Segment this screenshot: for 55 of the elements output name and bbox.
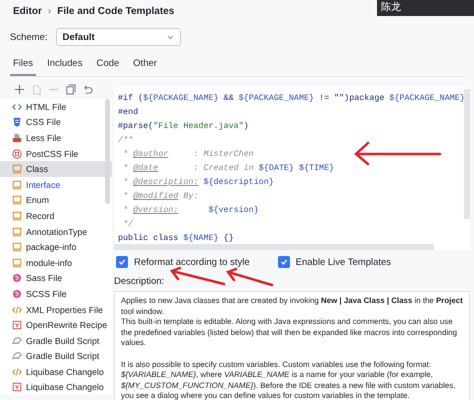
template-item[interactable]: OpenRewrite Recipe bbox=[0, 317, 112, 333]
template-item[interactable]: XML Properties File bbox=[0, 302, 112, 318]
breadcrumb-parent[interactable]: Editor bbox=[13, 6, 42, 16]
template-item[interactable]: Liquibase Changelo bbox=[0, 364, 112, 380]
template-item[interactable]: Less File bbox=[0, 130, 112, 146]
breadcrumb-separator: › bbox=[48, 6, 52, 16]
tooltip: 陈龙 bbox=[377, 0, 474, 16]
square-letter-icon bbox=[12, 382, 22, 392]
template-item[interactable]: package-info bbox=[0, 239, 112, 255]
code-slash-icon bbox=[12, 304, 22, 315]
template-item[interactable]: Sass File bbox=[0, 270, 112, 286]
annotation-arrow bbox=[226, 268, 274, 286]
checkbox[interactable] bbox=[278, 256, 290, 268]
template-item[interactable]: Enum bbox=[0, 192, 112, 208]
template-item[interactable]: HTML File bbox=[0, 99, 112, 115]
template-item[interactable]: Record bbox=[0, 208, 112, 224]
tab[interactable]: Files bbox=[10, 54, 36, 76]
ball-icon bbox=[12, 288, 22, 299]
circle-icon bbox=[12, 148, 22, 159]
file-icon bbox=[12, 132, 22, 143]
checkbox-label[interactable]: Enable Live Templates bbox=[296, 256, 392, 268]
scheme-dropdown[interactable]: Default bbox=[56, 28, 180, 46]
code-editor[interactable]: #if (${PACKAGE_NAME} && ${PACKAGE_NAME} != "")package ${PACKAGE_NAME} #end #parse("File Header.java") /** * @author : MisterChen * @date : Created in ${DATE} ${TIME} * @description: ${description} * @modified By: * @version: ${version} */ public class ${NAME} {} bbox=[114, 87, 470, 250]
description-label: Description: bbox=[114, 276, 164, 287]
scrollbar-thumb[interactable] bbox=[114, 244, 434, 250]
tab[interactable]: Code bbox=[93, 54, 122, 76]
square-letter-icon bbox=[12, 320, 22, 330]
checkmark-icon bbox=[118, 258, 126, 266]
undo-icon[interactable] bbox=[82, 84, 93, 95]
scheme-label: Scheme: bbox=[10, 32, 48, 42]
template-item[interactable]: Class bbox=[0, 161, 112, 177]
scrollbar-thumb[interactable] bbox=[464, 89, 470, 219]
ball-icon bbox=[12, 273, 22, 284]
template-item[interactable]: Interface bbox=[0, 176, 112, 193]
template-item[interactable]: PostCSS File bbox=[0, 146, 112, 162]
template-item[interactable]: Gradle Build Script bbox=[0, 348, 112, 364]
copy-icon[interactable] bbox=[65, 84, 76, 95]
shield-icon bbox=[12, 117, 22, 128]
code-brackets-icon bbox=[12, 102, 22, 112]
tab[interactable]: Other bbox=[130, 54, 160, 76]
scrollbar-thumb[interactable] bbox=[105, 99, 110, 204]
template-item[interactable]: Gradle Build Script bbox=[0, 332, 112, 348]
template-item[interactable]: AnnotationType bbox=[0, 224, 112, 240]
template-item[interactable]: SCSS File bbox=[0, 286, 112, 302]
plus-icon[interactable] bbox=[14, 84, 25, 95]
annotation-arrow bbox=[170, 266, 226, 286]
checkmark-icon bbox=[280, 258, 288, 266]
template-item[interactable]: Liquibase Changelo bbox=[0, 380, 112, 396]
page-title: File and Code Templates bbox=[57, 6, 174, 16]
code-slash-icon bbox=[12, 366, 22, 377]
chevron-down-icon bbox=[166, 34, 174, 40]
checkbox[interactable] bbox=[116, 256, 128, 268]
template-item[interactable]: module-info bbox=[0, 254, 112, 271]
checkbox-label[interactable]: Reformat according to style bbox=[134, 256, 250, 268]
tab[interactable]: Includes bbox=[44, 54, 86, 76]
